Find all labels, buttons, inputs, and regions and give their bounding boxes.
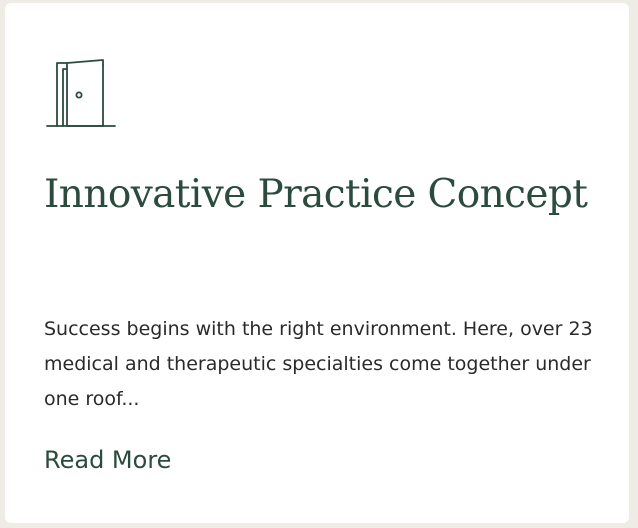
- card-description: Success begins with the right environmen…: [44, 318, 593, 410]
- open-door-icon: [45, 59, 117, 131]
- card-title: Innovative Practice Concept: [44, 172, 588, 217]
- feature-card: Innovative Practice Concept Success begi…: [5, 3, 629, 523]
- read-more-link[interactable]: Read More: [44, 441, 171, 479]
